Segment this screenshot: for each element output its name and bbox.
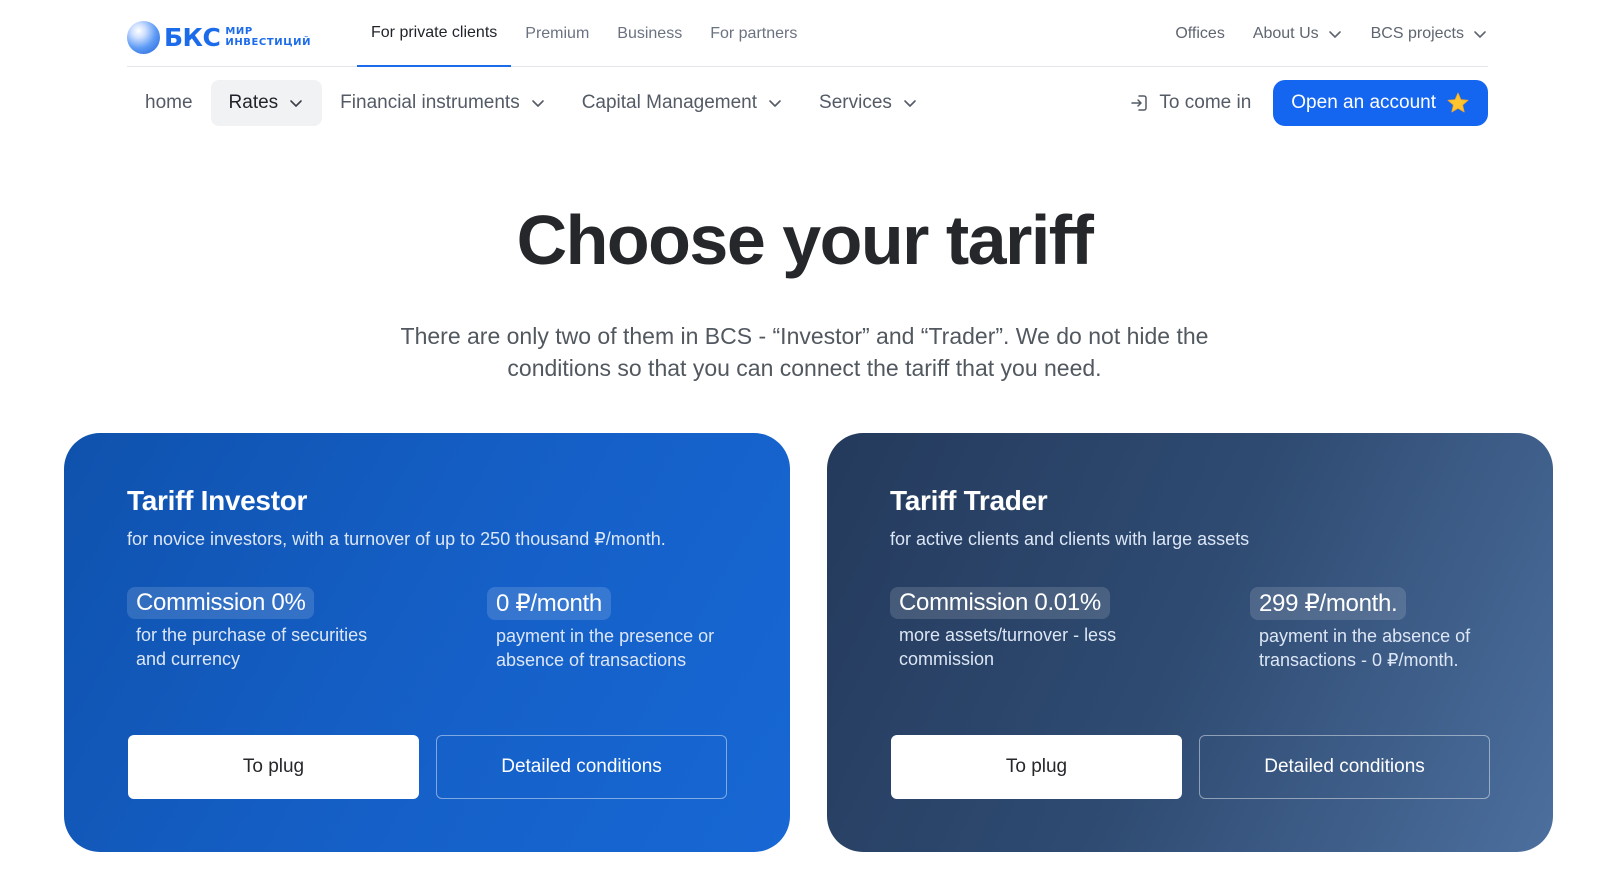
commission-feature: Commission 0% for the purchase of securi…: [127, 587, 427, 671]
tab-private-clients[interactable]: For private clients: [357, 0, 512, 67]
open-account-label: Open an account: [1291, 92, 1436, 113]
nav-financial-instruments[interactable]: Financial instruments: [322, 80, 564, 126]
main-nav: home Rates Financial instruments Capital…: [127, 79, 1488, 127]
nav-actions: To come in Open an account: [1129, 79, 1488, 127]
nav-financial-label: Financial instruments: [340, 92, 520, 113]
monthly-fee-description: payment in the absence of transactions -…: [1259, 626, 1471, 670]
commission-value: Commission 0%: [127, 587, 315, 619]
monthly-fee-value: 0 ₽/month: [487, 587, 611, 620]
top-right-links: Offices About Us BCS projects: [1175, 0, 1488, 67]
logo-tagline: МИР ИНВЕСТИЦИЙ: [225, 26, 311, 48]
plug-investor-button[interactable]: To plug: [128, 735, 419, 799]
tariff-investor-card: Tariff Investor for novice investors, wi…: [64, 433, 790, 852]
card-title: Tariff Trader: [890, 485, 1048, 516]
nav-capital-management[interactable]: Capital Management: [564, 80, 801, 126]
detailed-conditions-trader-button[interactable]: Detailed conditions: [1199, 735, 1490, 799]
about-us-label: About Us: [1252, 24, 1319, 42]
login-label: To come in: [1159, 92, 1252, 113]
main-nav-items: home Rates Financial instruments Capital…: [127, 79, 936, 127]
monthly-fee-feature: 0 ₽/month payment in the presence or abs…: [487, 587, 787, 672]
detailed-conditions-label: Detailed conditions: [1264, 756, 1425, 777]
chevron-down-icon: [904, 100, 916, 107]
plug-trader-button[interactable]: To plug: [891, 735, 1182, 799]
card-title: Tariff Investor: [127, 485, 308, 516]
card-subtitle: for active clients and clients with larg…: [890, 529, 1250, 549]
detailed-conditions-label: Detailed conditions: [501, 756, 662, 777]
page-subtitle: There are only two of them in BCS - “Inv…: [400, 323, 1209, 381]
chevron-down-icon: [290, 100, 302, 107]
about-us-dropdown[interactable]: About Us: [1253, 25, 1343, 43]
card-subtitle: for novice investors, with a turnover of…: [127, 529, 666, 549]
bcs-projects-dropdown[interactable]: BCS projects: [1371, 25, 1488, 43]
logo-sphere-icon: [127, 20, 160, 54]
segment-tabs: For private clients Premium Business For…: [357, 0, 811, 67]
star-icon: [1447, 92, 1469, 113]
commission-description: for the purchase of securities and curre…: [136, 625, 368, 669]
tariff-trader-card: Tariff Trader for active clients and cli…: [827, 433, 1553, 852]
chevron-down-icon: [1328, 30, 1341, 38]
nav-home-label: home: [145, 92, 193, 113]
monthly-fee-description: payment in the presence or absence of tr…: [496, 626, 715, 670]
logo-tagline-line1: МИР: [225, 26, 253, 37]
offices-link[interactable]: Offices: [1175, 25, 1225, 43]
logo-tagline-line2: ИНВЕСТИЦИЙ: [225, 37, 312, 48]
nav-home[interactable]: home: [127, 80, 211, 126]
nav-rates-label: Rates: [228, 92, 279, 113]
plug-button-label: To plug: [242, 756, 305, 777]
detailed-conditions-investor-button[interactable]: Detailed conditions: [436, 735, 727, 799]
login-arrow-icon: [1131, 95, 1148, 111]
nav-services-label: Services: [819, 92, 892, 113]
plug-button-label: To plug: [1005, 756, 1068, 777]
offices-label: Offices: [1175, 24, 1225, 42]
chevron-down-icon: [769, 100, 781, 107]
nav-services[interactable]: Services: [801, 80, 936, 126]
chevron-down-icon: [1474, 30, 1486, 38]
logo-wordmark: БКС: [164, 22, 221, 52]
page-title: Choose your tariff: [516, 201, 1094, 279]
commission-value: Commission 0.01%: [890, 587, 1110, 619]
nav-capital-label: Capital Management: [581, 92, 758, 113]
monthly-fee-feature: 299 ₽/month. payment in the absence of t…: [1250, 587, 1550, 672]
chevron-down-icon: [531, 100, 544, 107]
commission-description: more assets/turnover - less commission: [899, 625, 1117, 669]
top-bar: БКС МИР ИНВЕСТИЦИЙ For private clients P…: [127, 0, 1488, 67]
tab-premium[interactable]: Premium: [511, 0, 603, 67]
monthly-fee-value: 299 ₽/month.: [1250, 587, 1407, 620]
tab-partners[interactable]: For partners: [696, 0, 811, 67]
nav-rates[interactable]: Rates: [210, 80, 323, 126]
commission-feature: Commission 0.01% more assets/turnover - …: [890, 587, 1190, 671]
login-link[interactable]: To come in: [1129, 92, 1251, 114]
bks-logo[interactable]: БКС МИР ИНВЕСТИЦИЙ: [127, 20, 311, 54]
tab-business[interactable]: Business: [603, 0, 696, 67]
bcs-projects-label: BCS projects: [1370, 24, 1464, 42]
open-account-button[interactable]: Open an account: [1273, 80, 1488, 126]
